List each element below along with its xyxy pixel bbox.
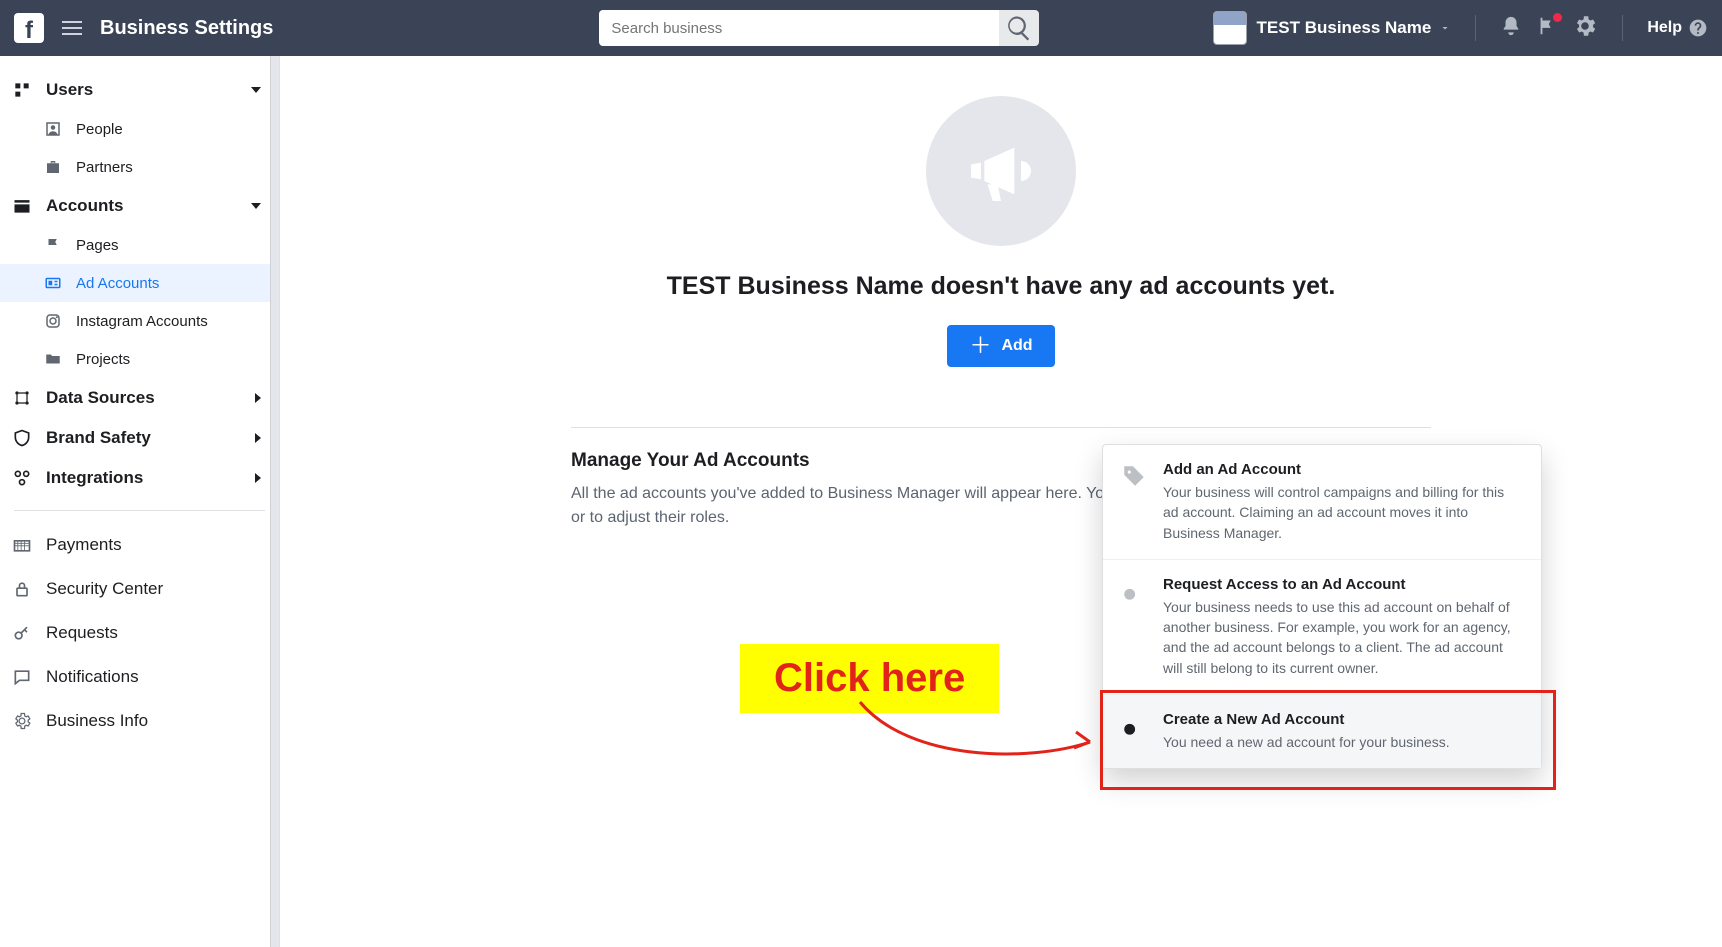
empty-state-title: TEST Business Name doesn't have any ad a… (667, 272, 1336, 301)
chevron-down-icon (251, 203, 261, 209)
add-button[interactable]: ＋ Add (947, 325, 1054, 367)
instagram-icon (44, 312, 62, 330)
dropdown-item-create-ad-account[interactable]: Create a New Ad Account You need a new a… (1103, 694, 1541, 768)
sidebar-item-instagram[interactable]: Instagram Accounts (0, 302, 279, 340)
sidebar-item-partners[interactable]: Partners (0, 148, 279, 186)
flag-icon (44, 236, 62, 254)
alert-dot-icon (1553, 13, 1562, 22)
sidebar-item-label: Projects (76, 351, 130, 368)
sidebar-section-users[interactable]: Users (0, 70, 279, 110)
search-bar (599, 10, 1039, 46)
business-switcher[interactable]: TEST Business Name (1213, 11, 1452, 45)
sidebar-item-label: Notifications (46, 667, 139, 687)
add-dropdown: Add an Ad Account Your business will con… (1102, 444, 1542, 769)
key-icon (1121, 713, 1147, 739)
gear-icon (1572, 13, 1598, 39)
briefcase-icon (1213, 11, 1247, 45)
search-icon (1005, 14, 1033, 42)
dropdown-item-title: Request Access to an Ad Account (1163, 576, 1523, 593)
sidebar-item-pages[interactable]: Pages (0, 226, 279, 264)
sidebar-item-label: Requests (46, 623, 118, 643)
chevron-down-icon (251, 87, 261, 93)
briefcase-icon (44, 158, 62, 176)
help-label: Help (1647, 19, 1682, 37)
key-icon (1121, 578, 1147, 604)
sidebar-item-projects[interactable]: Projects (0, 340, 279, 378)
key-icon (12, 623, 32, 643)
sidebar-label: Integrations (46, 468, 143, 488)
chevron-down-icon (1439, 22, 1451, 34)
dropdown-item-description: Your business will control campaigns and… (1163, 482, 1523, 543)
sidebar-label: Data Sources (46, 388, 155, 408)
data-sources-icon (12, 388, 32, 408)
dropdown-item-add-ad-account[interactable]: Add an Ad Account Your business will con… (1103, 445, 1541, 559)
search-button[interactable] (999, 10, 1039, 46)
sidebar-section-accounts[interactable]: Accounts (0, 186, 279, 226)
main-content: TEST Business Name doesn't have any ad a… (280, 56, 1722, 947)
alerts-flag-button[interactable] (1536, 15, 1558, 42)
notifications-bell-button[interactable] (1500, 15, 1522, 42)
topbar: f Business Settings TEST Business Name H… (0, 0, 1722, 56)
tag-icon (1121, 463, 1147, 489)
add-button-label: Add (1001, 337, 1032, 355)
dropdown-item-request-access[interactable]: Request Access to an Ad Account Your bus… (1103, 559, 1541, 694)
sidebar-item-notifications[interactable]: Notifications (0, 655, 279, 699)
sidebar-section-brand-safety[interactable]: Brand Safety (0, 418, 279, 458)
sidebar-item-security[interactable]: Security Center (0, 567, 279, 611)
sidebar-label: Accounts (46, 196, 123, 216)
sidebar-divider (14, 510, 265, 511)
page-title: Business Settings (100, 17, 273, 40)
sidebar-item-business-info[interactable]: Business Info (0, 699, 279, 743)
sidebar-item-label: Business Info (46, 711, 148, 731)
sidebar-item-label: Security Center (46, 579, 163, 599)
gear-icon (12, 711, 32, 731)
top-icon-cluster (1500, 13, 1598, 44)
sidebar-item-label: Ad Accounts (76, 275, 159, 292)
sidebar-item-requests[interactable]: Requests (0, 611, 279, 655)
megaphone-icon (926, 96, 1076, 246)
business-name-label: TEST Business Name (1257, 18, 1432, 38)
sidebar-item-label: People (76, 121, 123, 138)
settings-gear-button[interactable] (1572, 13, 1598, 44)
sidebar-item-label: Payments (46, 535, 122, 555)
integrations-icon (12, 468, 32, 488)
dropdown-item-title: Create a New Ad Account (1163, 711, 1450, 728)
help-icon (1688, 18, 1708, 38)
annotation-click-here: Click here (740, 644, 999, 713)
users-icon (12, 80, 32, 100)
sidebar: Users People Partners Accounts Pages Ad … (0, 56, 280, 947)
dropdown-item-title: Add an Ad Account (1163, 461, 1523, 478)
divider (1622, 15, 1623, 41)
divider (1475, 15, 1476, 41)
chevron-right-icon (255, 473, 261, 483)
sidebar-section-integrations[interactable]: Integrations (0, 458, 279, 498)
empty-state: TEST Business Name doesn't have any ad a… (340, 96, 1662, 367)
sidebar-label: Brand Safety (46, 428, 151, 448)
lock-icon (12, 579, 32, 599)
chevron-right-icon (255, 393, 261, 403)
dropdown-item-description: You need a new ad account for your busin… (1163, 732, 1450, 752)
sidebar-label: Users (46, 80, 93, 100)
facebook-logo-icon[interactable]: f (14, 13, 44, 43)
sidebar-item-ad-accounts[interactable]: Ad Accounts (0, 264, 279, 302)
sidebar-item-label: Partners (76, 159, 133, 176)
sidebar-item-people[interactable]: People (0, 110, 279, 148)
help-button[interactable]: Help (1647, 18, 1708, 38)
ad-accounts-icon (44, 274, 62, 292)
sidebar-item-payments[interactable]: Payments (0, 523, 279, 567)
folder-icon (44, 350, 62, 368)
sidebar-item-label: Pages (76, 237, 119, 254)
sidebar-section-data-sources[interactable]: Data Sources (0, 378, 279, 418)
dropdown-item-description: Your business needs to use this ad accou… (1163, 597, 1523, 678)
payments-icon (12, 535, 32, 555)
chat-icon (12, 667, 32, 687)
chevron-right-icon (255, 433, 261, 443)
accounts-icon (12, 196, 32, 216)
sidebar-item-label: Instagram Accounts (76, 313, 208, 330)
search-input[interactable] (599, 10, 999, 46)
person-icon (44, 120, 62, 138)
shield-icon (12, 428, 32, 448)
hamburger-menu-icon[interactable] (62, 21, 82, 35)
bell-icon (1500, 15, 1522, 37)
